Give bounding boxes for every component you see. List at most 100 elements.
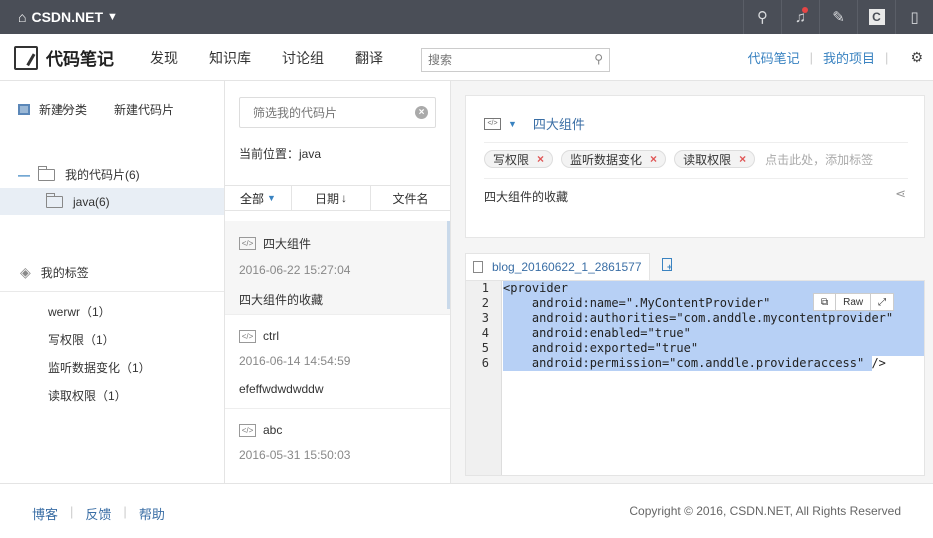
copy-icon[interactable]: ⧉ (814, 294, 837, 310)
card-title: 四大组件 (263, 237, 312, 251)
snippet-detail-panel: </> ▼ 四大组件 写权限 × 监听数据变化 × 读取权限 × 点击此处，添加标签 … (451, 81, 933, 483)
card-title: ctrl (263, 329, 279, 343)
fullscreen-icon[interactable]: ⤢ (871, 294, 893, 310)
code-file-icon: </> (239, 237, 256, 250)
tag-chip-label: 写权限 (493, 152, 530, 167)
code-line: android:exported="true" (503, 341, 699, 355)
folder-icon (46, 192, 63, 208)
footer-link-feedback[interactable]: 反馈 (85, 504, 111, 523)
raw-button[interactable]: Raw (836, 294, 872, 310)
search-box: ⚲ (421, 48, 610, 72)
filter-input[interactable] (240, 98, 410, 127)
snippet-cards: </> 四大组件 2016-06-22 15:27:04 四大组件的收藏 </> c… (225, 221, 450, 483)
tag-list: werwr（1） 写权限（1） 监听数据变化（1） 读取权限（1） (48, 303, 151, 415)
code-file-icon: </> (484, 117, 501, 130)
tag-chip[interactable]: 读取权限 × (674, 150, 756, 168)
category-icon (18, 104, 30, 115)
tree-item-my-snippets[interactable]: — 我的代码片(6) (0, 161, 224, 188)
code-line: android:enabled="true" (503, 326, 691, 340)
tree-item-java[interactable]: java(6) (0, 188, 224, 215)
sort-by-filename[interactable]: 文件名 (371, 186, 450, 210)
divider: | (70, 504, 74, 519)
tag-icon: ◈ (20, 264, 31, 280)
link-code-notes[interactable]: 代码笔记 (748, 48, 800, 67)
snippet-title[interactable]: 四大组件 (533, 114, 585, 133)
main-header: 代码笔记 发现 知识库 讨论组 翻译 ⚲ 代码笔记 | 我的项目 | ⚙ (0, 34, 933, 81)
snippet-list-panel: × 当前位置：java 全部 ▼ 日期 ↓ 文件名 </> 四大组件 2016-0… (225, 81, 451, 483)
notification-dot (802, 7, 808, 13)
card-date: 2016-06-22 15:27:04 (239, 263, 351, 277)
code-file-icon: </> (239, 423, 256, 437)
tag-item-listen-data-change[interactable]: 监听数据变化（1） (48, 359, 151, 387)
logo-text: 代码笔记 (46, 50, 114, 69)
caret-down-icon: ▼ (267, 193, 276, 203)
sort-all-dropdown[interactable]: 全部 ▼ (225, 186, 292, 210)
tree-item-label: java(6) (73, 194, 110, 209)
c-icon[interactable]: C (857, 0, 895, 34)
tag-chip-label: 读取权限 (683, 152, 732, 167)
code-editor[interactable]: 123 456 <provider android:name=".MyConte… (465, 280, 925, 476)
tag-chip[interactable]: 写权限 × (484, 150, 554, 168)
tag-item-werwr[interactable]: werwr（1） (48, 303, 151, 331)
snippet-description[interactable]: 四大组件的收藏 (484, 188, 568, 205)
bell-icon[interactable]: ♫ (781, 0, 819, 34)
my-tags-title: 我的标签 (40, 266, 89, 280)
copyright: Copyright © 2016, CSDN.NET, All Rights R… (629, 504, 901, 518)
code-toolbar: ⧉ Raw ⤢ (813, 293, 895, 311)
list-item[interactable]: </> 四大组件 2016-06-22 15:27:04 四大组件的收藏 (225, 221, 450, 315)
main-nav: 发现 知识库 讨论组 翻译 (150, 34, 414, 81)
card-date: 2016-06-14 14:54:59 (239, 354, 351, 368)
new-category-button[interactable]: 新建分类 (18, 101, 87, 118)
phone-icon[interactable]: ▯ (895, 0, 933, 34)
nav-discussion[interactable]: 讨论组 (282, 48, 324, 68)
divider: | (885, 50, 889, 65)
caret-down-icon[interactable]: ▼ (508, 119, 517, 129)
filter-box: × (239, 97, 436, 128)
sort-by-date[interactable]: 日期 ↓ (292, 186, 371, 210)
search-icon[interactable]: ⚲ (743, 0, 781, 34)
nav-translate[interactable]: 翻译 (355, 48, 383, 68)
line-number-gutter: 123 456 (466, 281, 502, 475)
footer-link-help[interactable]: 帮助 (139, 504, 165, 523)
my-tags-header: ◈ 我的标签 (20, 264, 89, 281)
file-tab[interactable]: blog_20160622_1_2861577 (465, 253, 650, 280)
new-snippet-button[interactable]: </> 新建代码片 (55, 101, 174, 118)
nav-knowledge-base[interactable]: 知识库 (209, 48, 251, 68)
list-item[interactable]: </> ctrl 2016-06-14 14:54:59 efeffwdwdwdd… (225, 315, 450, 409)
search-icon[interactable]: ⚲ (594, 52, 603, 66)
add-tag-input[interactable]: 点击此处，添加标签 (765, 151, 873, 168)
footer-link-blog[interactable]: 博客 (32, 504, 58, 523)
home-icon: ⌂ (18, 9, 27, 25)
csdn-brand-menu[interactable]: ⌂ CSDN.NET ▼ (18, 0, 118, 34)
code-file-icon: </> (239, 329, 256, 343)
share-icon[interactable]: ⋖ (895, 186, 906, 202)
nav-discover[interactable]: 发现 (150, 48, 178, 68)
chevron-down-icon: ▼ (107, 11, 118, 23)
card-date: 2016-05-31 15:50:03 (239, 448, 351, 462)
remove-tag-icon[interactable]: × (739, 152, 746, 166)
snippet-info-card: </> ▼ 四大组件 写权限 × 监听数据变化 × 读取权限 × 点击此处，添加标签 … (465, 95, 925, 238)
list-item[interactable]: </> abc 2016-05-31 15:50:03 (225, 409, 450, 483)
current-position: 当前位置：java (239, 147, 322, 161)
brand-label: CSDN.NET (31, 9, 104, 25)
remove-tag-icon[interactable]: × (537, 152, 544, 166)
tag-item-read-permission[interactable]: 读取权限（1） (48, 387, 151, 415)
search-input[interactable] (422, 49, 582, 71)
add-file-icon[interactable] (662, 258, 672, 272)
tag-row: 写权限 × 监听数据变化 × 读取权限 × 点击此处，添加标签 (484, 150, 873, 168)
collapse-icon[interactable]: — (18, 168, 30, 182)
arrow-down-icon: ↓ (341, 191, 347, 205)
pen-icon[interactable]: ✎ (819, 0, 857, 34)
tag-chip[interactable]: 监听数据变化 × (561, 150, 667, 168)
gear-icon[interactable]: ⚙ (910, 49, 923, 66)
snippet-tree: — 我的代码片(6) java(6) (0, 161, 224, 215)
code-notes-logo[interactable]: 代码笔记 (14, 45, 114, 70)
clear-icon[interactable]: × (415, 106, 428, 119)
link-my-projects[interactable]: 我的项目 (823, 48, 875, 67)
remove-tag-icon[interactable]: × (650, 152, 657, 166)
top-bar: ⌂ CSDN.NET ▼ ⚲ ♫ ✎ C ▯ (0, 0, 933, 34)
tag-item-write-permission[interactable]: 写权限（1） (48, 331, 151, 359)
folder-icon (38, 165, 55, 181)
left-sidebar: 新建分类 </> 新建代码片 — 我的代码片(6) java(6) ◈ 我的标签… (0, 81, 225, 483)
divider (484, 142, 908, 143)
